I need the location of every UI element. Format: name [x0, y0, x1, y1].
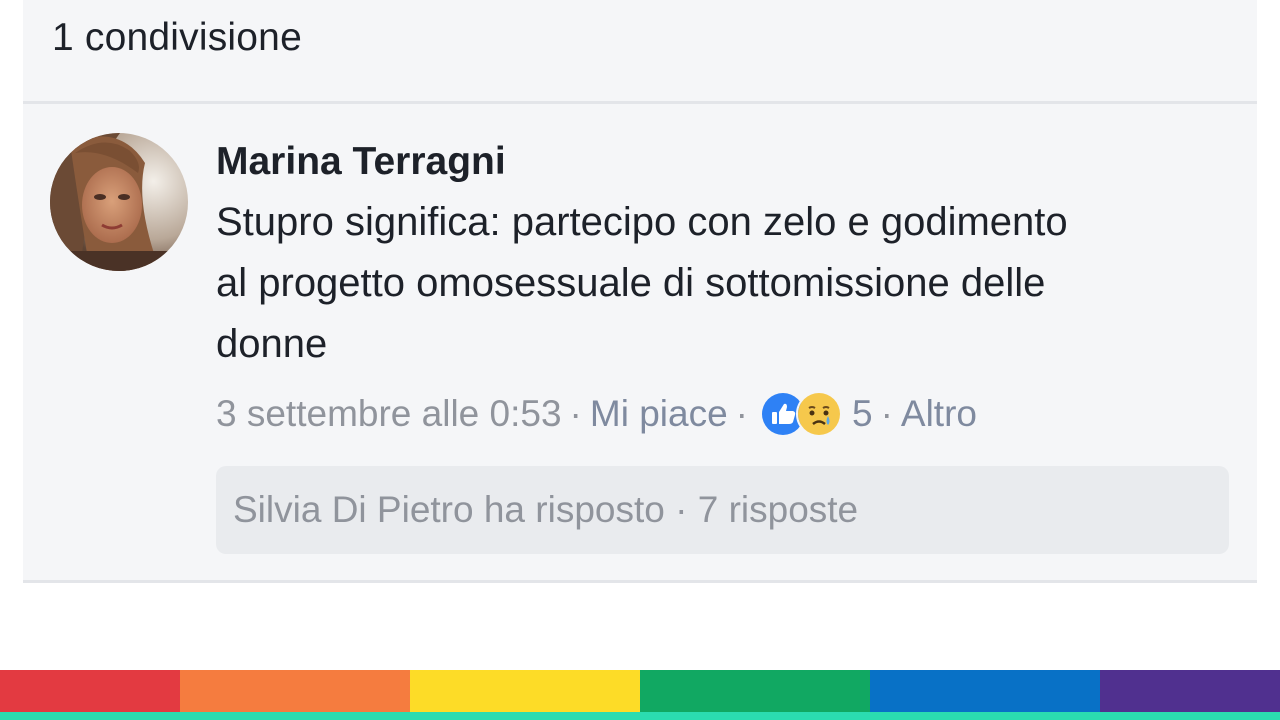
- stripe-blue: [870, 670, 1100, 712]
- more-button[interactable]: Altro: [901, 393, 977, 435]
- comment-text: Stupro significa: partecipo con zelo e g…: [216, 200, 1068, 366]
- rainbow-bar: [0, 670, 1280, 712]
- reactions-summary[interactable]: 5: [759, 391, 873, 437]
- divider: [23, 101, 1257, 104]
- comment: Marina Terragni Stupro significa: partec…: [216, 138, 1236, 438]
- comment-author[interactable]: Marina Terragni: [216, 138, 506, 186]
- like-button[interactable]: Mi piace: [590, 393, 728, 435]
- comment-meta: 3 settembre alle 0:53 · Mi piace · 5 · A…: [216, 390, 1236, 438]
- replies-link[interactable]: Silvia Di Pietro ha risposto · 7 rispost…: [216, 466, 1229, 554]
- stripe-yellow: [410, 670, 640, 712]
- stripe-orange: [180, 670, 410, 712]
- avatar[interactable]: [50, 133, 188, 271]
- post-card: 1 condivisione Marina Terragni Stupro si…: [23, 0, 1257, 583]
- divider: [23, 580, 1257, 583]
- reaction-count: 5: [851, 393, 873, 434]
- shares-count[interactable]: 1 condivisione: [52, 16, 302, 60]
- stripe-purple: [1100, 670, 1280, 712]
- separator: ·: [569, 393, 582, 434]
- comment-timestamp[interactable]: 3 settembre alle 0:53: [216, 393, 562, 435]
- separator: ·: [735, 393, 748, 434]
- accent-underline: [0, 712, 1280, 720]
- stripe-green: [640, 670, 870, 712]
- sad-icon: [795, 391, 842, 437]
- separator: ·: [880, 393, 893, 434]
- stripe-red: [0, 670, 180, 712]
